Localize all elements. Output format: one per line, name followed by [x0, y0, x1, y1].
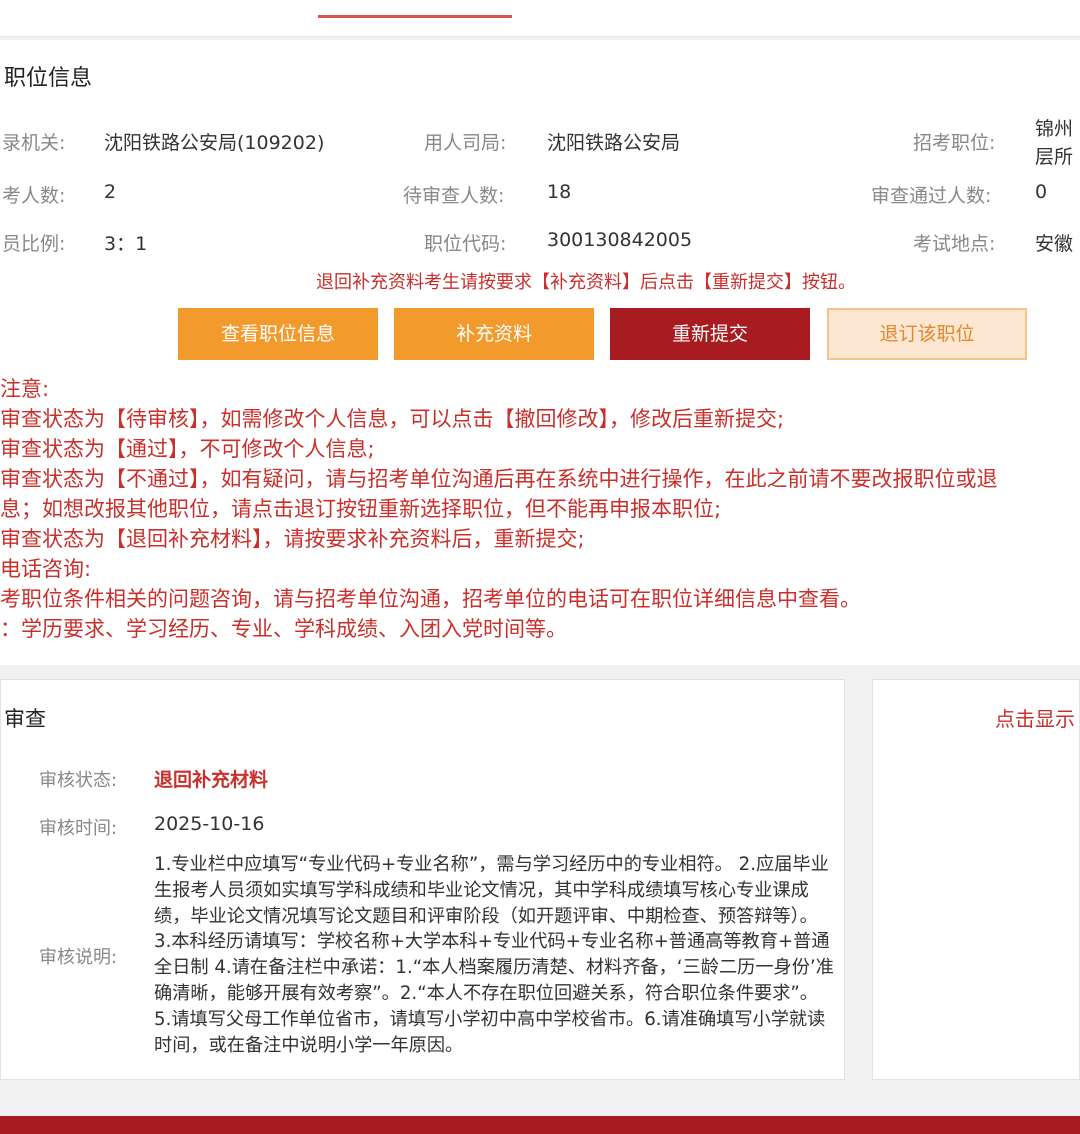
review-title: 审查: [4, 707, 46, 731]
side-card: [872, 679, 1080, 1080]
note-line: ：学历要求、学习经历、专业、学科成绩、入团入党时间等。: [0, 617, 567, 641]
resubmit-hint: 退回补充资料考生请按要求【补充资料】后点击【重新提交】按钮。: [316, 272, 856, 293]
recruit-position-label: 招考职位:: [913, 132, 996, 154]
review-status-label: 审核状态:: [39, 770, 118, 791]
note-line: 息；如想改报其他职位，请点击退订按钮重新选择职位，但不能再申报本职位;: [0, 497, 722, 521]
position-code-label: 职位代码:: [424, 233, 507, 255]
recruit-count-value: 2: [104, 181, 117, 203]
view-position-button[interactable]: 查看职位信息: [178, 308, 378, 360]
show-details-link[interactable]: 点击显示: [995, 703, 1075, 732]
active-tab-indicator: [318, 15, 512, 18]
employer-bureau-label: 用人司局:: [424, 132, 507, 154]
top-tab-bar: [0, 0, 1080, 37]
recruit-count-label: 考人数:: [2, 185, 66, 207]
note-line: 审查状态为【退回补充材料】，请按要求补充资料后，重新提交;: [0, 527, 585, 551]
recruit-position-value-line1: 锦州: [1035, 118, 1074, 140]
phone-consult-heading: 电话咨询:: [0, 557, 92, 581]
resubmit-button[interactable]: 重新提交: [610, 308, 810, 360]
section-title: 职位信息: [4, 66, 93, 91]
recruit-agency-value: 沈阳铁路公安局(109202): [104, 132, 325, 154]
pending-review-label: 待审查人数:: [403, 185, 505, 207]
supplement-materials-button[interactable]: 补充资料: [394, 308, 594, 360]
withdraw-position-button[interactable]: 退订该职位: [827, 308, 1027, 360]
note-line: 考职位条件相关的问题咨询，请与招考单位沟通，招考单位的电话可在职位详细信息中查看…: [0, 587, 861, 611]
note-line: 审查状态为【通过】，不可修改个人信息;: [0, 437, 375, 461]
ratio-value: 3：1: [104, 233, 148, 255]
passed-review-value: 0: [1035, 181, 1048, 203]
note-line: 审查状态为【不通过】，如有疑问，请与招考单位沟通后再在系统中进行操作，在此之前请…: [0, 467, 998, 491]
passed-review-label: 审查通过人数:: [871, 185, 992, 207]
position-code-value: 300130842005: [547, 229, 693, 251]
note-line: 审查状态为【待审核】，如需修改个人信息，可以点击【撤回修改】，修改后重新提交;: [0, 407, 785, 431]
recruit-position-value-line2: 层所: [1035, 146, 1074, 168]
recruit-agency-label: 录机关:: [2, 132, 66, 154]
exam-location-value: 安徽: [1035, 233, 1074, 255]
review-time-value: 2025-10-16: [154, 813, 265, 835]
review-status-value: 退回补充材料: [154, 769, 269, 791]
pending-review-value: 18: [547, 181, 572, 203]
employer-bureau-value: 沈阳铁路公安局: [547, 132, 681, 154]
review-time-label: 审核时间:: [39, 818, 118, 839]
ratio-label: 员比例:: [2, 233, 66, 255]
exam-location-label: 考试地点:: [913, 233, 996, 255]
notes-heading: 注意:: [0, 377, 50, 401]
review-desc-value: 1.专业栏中应填写“专业代码+专业名称”，需与学习经历中的专业相符。 2.应届毕…: [154, 854, 834, 1056]
review-desc-label: 审核说明:: [39, 947, 118, 968]
footer-bar: [0, 1116, 1080, 1134]
notes-block: 注意: 审查状态为【待审核】，如需修改个人信息，可以点击【撤回修改】，修改后重新…: [0, 374, 1080, 644]
